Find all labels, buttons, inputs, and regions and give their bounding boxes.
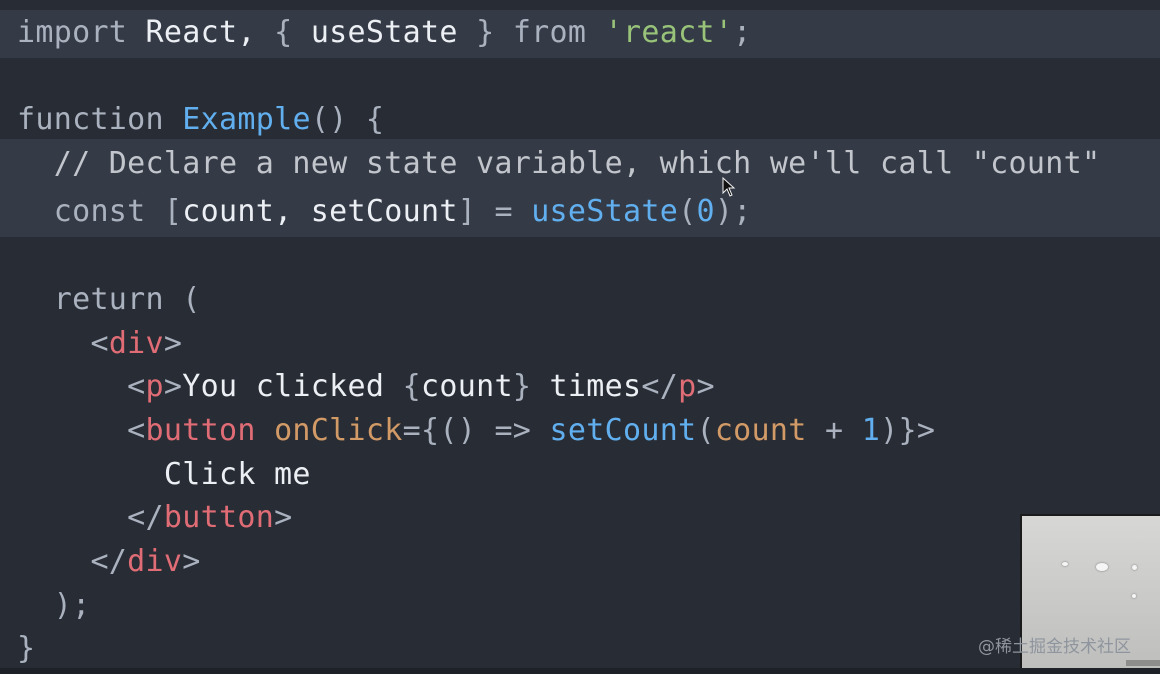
thumbnail-detail xyxy=(1096,563,1108,571)
token-punctuation: </ xyxy=(17,544,128,579)
watermark: @稀土掘金技术社区 xyxy=(978,637,1131,657)
bottom-strip xyxy=(0,668,1160,674)
token-identifier: count, setCount xyxy=(182,194,458,229)
token-punctuation: </ xyxy=(641,369,679,404)
token-identifier: count xyxy=(714,413,807,448)
token-punctuation: )}> xyxy=(880,413,936,448)
token-punctuation: ); xyxy=(714,194,752,229)
token-punctuation: { xyxy=(274,15,293,50)
code-line-13: } xyxy=(17,629,35,669)
token-punctuation: > xyxy=(163,326,183,361)
thumbnail-detail xyxy=(1062,562,1068,566)
token-keyword: import xyxy=(17,15,128,50)
token-number: 1 xyxy=(861,413,881,448)
token-identifier: count xyxy=(421,369,513,404)
code-line-5: return ( xyxy=(17,280,201,320)
token-attribute: onClick xyxy=(255,413,403,448)
code-line-3: // Declare a new state variable, which w… xyxy=(17,144,1100,184)
code-line-8: <button onClick={() => setCount(count + … xyxy=(17,411,935,451)
code-line-12: ); xyxy=(17,586,90,626)
token-comment: // Declare a new state variable, which w… xyxy=(17,146,1101,181)
token-operator: => xyxy=(476,413,550,448)
token-operator: + xyxy=(806,413,862,448)
token-punctuation: { xyxy=(402,369,421,404)
token-keyword: from xyxy=(494,15,605,50)
code-line-4: const [count, setCount] = useState(0); xyxy=(17,192,752,232)
token-number: 0 xyxy=(696,194,715,229)
token-punctuation: } xyxy=(512,369,532,404)
thumbnail-bar xyxy=(1126,660,1160,666)
token-tag: p xyxy=(145,369,164,404)
token-text: You clicked xyxy=(182,369,403,404)
token-punctuation: ] xyxy=(457,194,477,229)
token-punctuation: > xyxy=(163,369,183,404)
code-line-9: Click me xyxy=(17,455,311,495)
code-line-10: </button> xyxy=(17,498,292,538)
token-punctuation: > xyxy=(274,500,293,535)
token-punctuation: } xyxy=(17,631,36,666)
token-tag: button xyxy=(145,413,256,448)
thumbnail-detail xyxy=(1132,565,1137,570)
code-line-7: <p>You clicked {count} times</p> xyxy=(17,367,715,407)
code-line-2: function Example() { xyxy=(17,100,384,140)
token-punctuation: () { xyxy=(310,102,385,137)
thumbnail-detail xyxy=(1132,594,1136,598)
token-function-name: Example xyxy=(182,102,311,137)
token-tag: button xyxy=(163,500,275,535)
code-line-6: <div> xyxy=(17,324,182,364)
token-punctuation: </ xyxy=(17,500,164,535)
token-text: Click me xyxy=(17,457,311,492)
token-keyword: function xyxy=(17,102,164,137)
token-punctuation: ( xyxy=(696,413,715,448)
token-punctuation: () xyxy=(439,413,477,448)
token-identifier: useState xyxy=(292,15,477,50)
mouse-pointer-icon xyxy=(722,177,736,197)
token-punctuation: < xyxy=(17,326,109,361)
token-identifier: React, xyxy=(127,15,275,50)
token-punctuation: } xyxy=(476,15,495,50)
token-operator: = xyxy=(476,194,532,229)
token-punctuation: ={ xyxy=(402,413,440,448)
token-function-call: useState xyxy=(531,194,679,229)
token-text: times xyxy=(531,369,642,404)
token-tag: div xyxy=(108,326,164,361)
token-punctuation: < xyxy=(17,369,146,404)
token-punctuation: ; xyxy=(733,15,752,50)
token-function-call: setCount xyxy=(549,413,697,448)
code-line-11: </div> xyxy=(17,542,201,582)
code-editor-screen: import React, { useState } from 'react';… xyxy=(0,0,1160,674)
token-punctuation: [ xyxy=(163,194,183,229)
code-line-1: import React, { useState } from 'react'; xyxy=(17,13,752,53)
token-tag: p xyxy=(678,369,697,404)
token-punctuation: ); xyxy=(17,588,91,623)
token-punctuation: > xyxy=(696,369,715,404)
token-punctuation: ( xyxy=(678,194,697,229)
token-punctuation: < xyxy=(17,413,146,448)
token-tag: div xyxy=(127,544,183,579)
token-string: 'react' xyxy=(604,15,734,50)
token-punctuation: > xyxy=(182,544,201,579)
token-keyword: const xyxy=(17,194,164,229)
token-keyword: return xyxy=(17,282,164,317)
token-punctuation: ( xyxy=(163,282,201,317)
